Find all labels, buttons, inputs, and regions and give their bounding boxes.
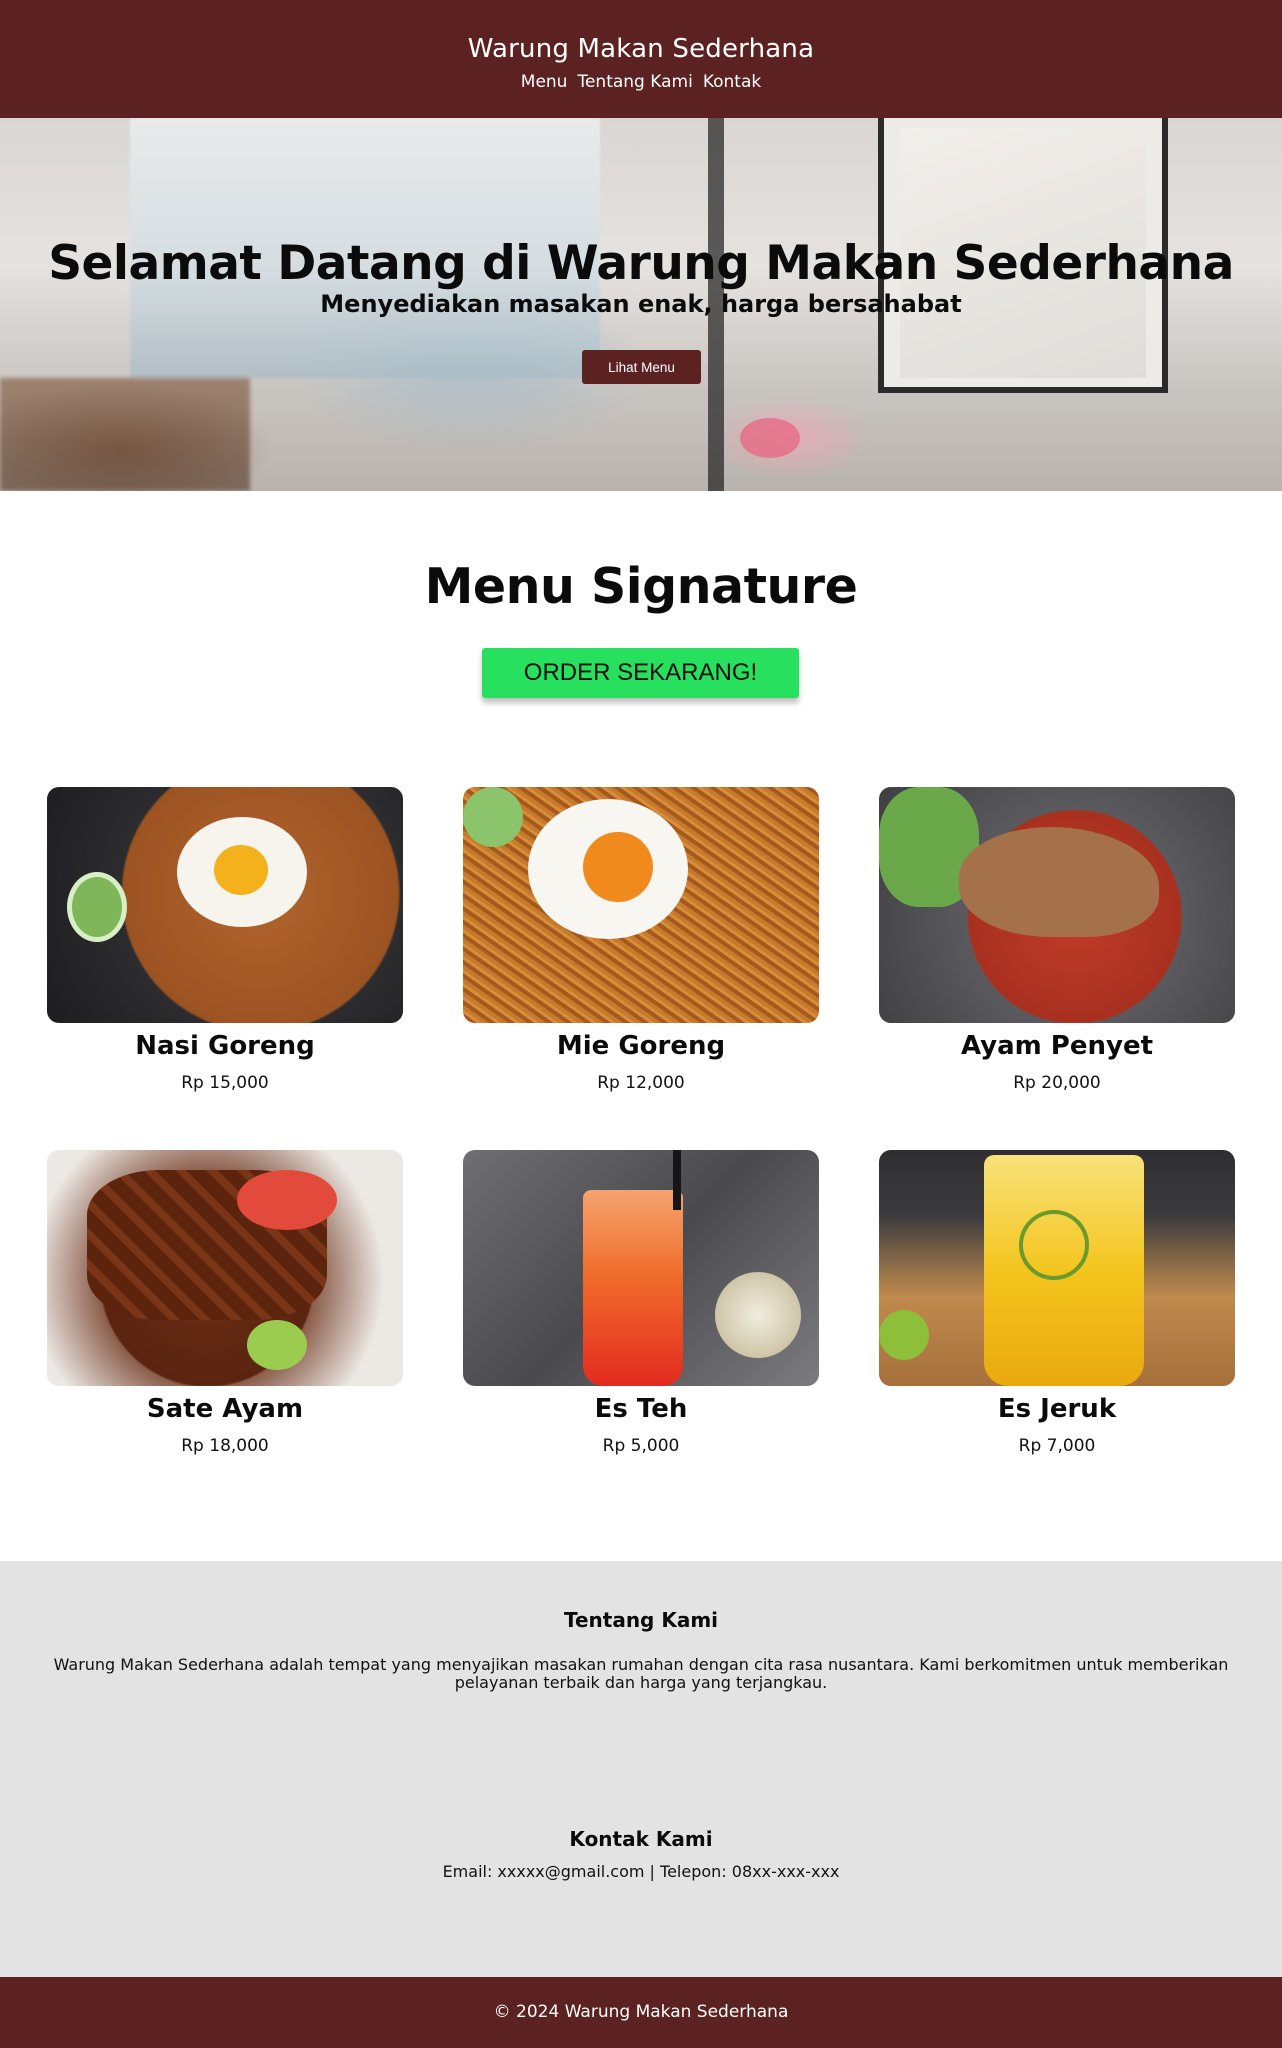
- site-header: Warung Makan Sederhana Menu Tentang Kami…: [0, 0, 1282, 118]
- info-section: Tentang Kami Warung Makan Sederhana adal…: [0, 1561, 1282, 1977]
- menu-item-price: Rp 20,000: [1013, 1073, 1101, 1093]
- menu-card[interactable]: Ayam Penyet Rp 20,000: [879, 787, 1235, 1093]
- nav-link-tentang-kami[interactable]: Tentang Kami: [577, 72, 692, 92]
- menu-item-name: Sate Ayam: [146, 1394, 304, 1424]
- menu-item-price: Rp 12,000: [597, 1073, 685, 1093]
- menu-item-name: Mie Goreng: [556, 1031, 726, 1061]
- menu-card[interactable]: Nasi Goreng Rp 15,000: [47, 787, 403, 1093]
- contact-text: Email: xxxxx@gmail.com | Telepon: 08xx-x…: [442, 1862, 840, 1881]
- copyright-text: © 2024 Warung Makan Sederhana: [493, 2002, 789, 2022]
- menu-section-title: Menu Signature: [424, 558, 858, 615]
- view-menu-button[interactable]: Lihat Menu: [582, 350, 701, 384]
- chicken-satay-photo: [47, 1150, 403, 1386]
- order-now-button[interactable]: ORDER SEKARANG!: [482, 648, 799, 698]
- menu-item-name: Nasi Goreng: [135, 1031, 315, 1061]
- menu-item-price: Rp 7,000: [1018, 1436, 1096, 1456]
- hero-subtitle: Menyediakan masakan enak, harga bersahab…: [320, 290, 962, 318]
- main-nav: Menu Tentang Kami Kontak: [0, 72, 1282, 92]
- cucumber-slices: [67, 872, 127, 942]
- iced-orange-photo: [879, 1150, 1235, 1386]
- menu-card[interactable]: Es Jeruk Rp 7,000: [879, 1150, 1235, 1456]
- about-text: Warung Makan Sederhana adalah tempat yan…: [53, 1655, 1229, 1692]
- lime-slices: [247, 1320, 307, 1370]
- site-footer: © 2024 Warung Makan Sederhana: [0, 1977, 1282, 2048]
- hero-section: Selamat Datang di Warung Makan Sederhana…: [0, 118, 1282, 491]
- egg-yolk: [583, 832, 653, 902]
- nav-link-menu[interactable]: Menu: [521, 72, 568, 92]
- nav-link-kontak[interactable]: Kontak: [703, 72, 761, 92]
- menu-item-name: Es Teh: [594, 1394, 688, 1424]
- hero-title: Selamat Datang di Warung Makan Sederhana: [48, 236, 1234, 291]
- hero-content: Selamat Datang di Warung Makan Sederhana…: [0, 118, 1282, 491]
- egg-yolk: [214, 845, 268, 895]
- fried-rice-photo: [47, 787, 403, 1023]
- about-title: Tentang Kami: [563, 1608, 719, 1632]
- menu-card[interactable]: Mie Goreng Rp 12,000: [463, 787, 819, 1093]
- menu-card[interactable]: Es Teh Rp 5,000: [463, 1150, 819, 1456]
- fried-noodles-photo: [463, 787, 819, 1023]
- menu-item-name: Es Jeruk: [997, 1394, 1117, 1424]
- flowers: [713, 1260, 803, 1370]
- site-title: Warung Makan Sederhana: [467, 34, 815, 64]
- drinking-straw: [673, 1150, 681, 1210]
- contact-title: Kontak Kami: [569, 1827, 713, 1851]
- menu-item-price: Rp 5,000: [602, 1436, 680, 1456]
- menu-item-name: Ayam Penyet: [960, 1031, 1154, 1061]
- tomato-slices: [237, 1170, 337, 1230]
- lime: [879, 1310, 929, 1360]
- iced-tea-photo: [463, 1150, 819, 1386]
- smashed-chicken-photo: [879, 787, 1235, 1023]
- fried-chicken: [959, 827, 1159, 937]
- menu-item-price: Rp 15,000: [181, 1073, 269, 1093]
- menu-item-price: Rp 18,000: [181, 1436, 269, 1456]
- menu-card[interactable]: Sate Ayam Rp 18,000: [47, 1150, 403, 1456]
- lime-slice: [1019, 1210, 1089, 1280]
- cucumber-slice: [463, 787, 523, 847]
- iced-tea-glass: [583, 1190, 683, 1386]
